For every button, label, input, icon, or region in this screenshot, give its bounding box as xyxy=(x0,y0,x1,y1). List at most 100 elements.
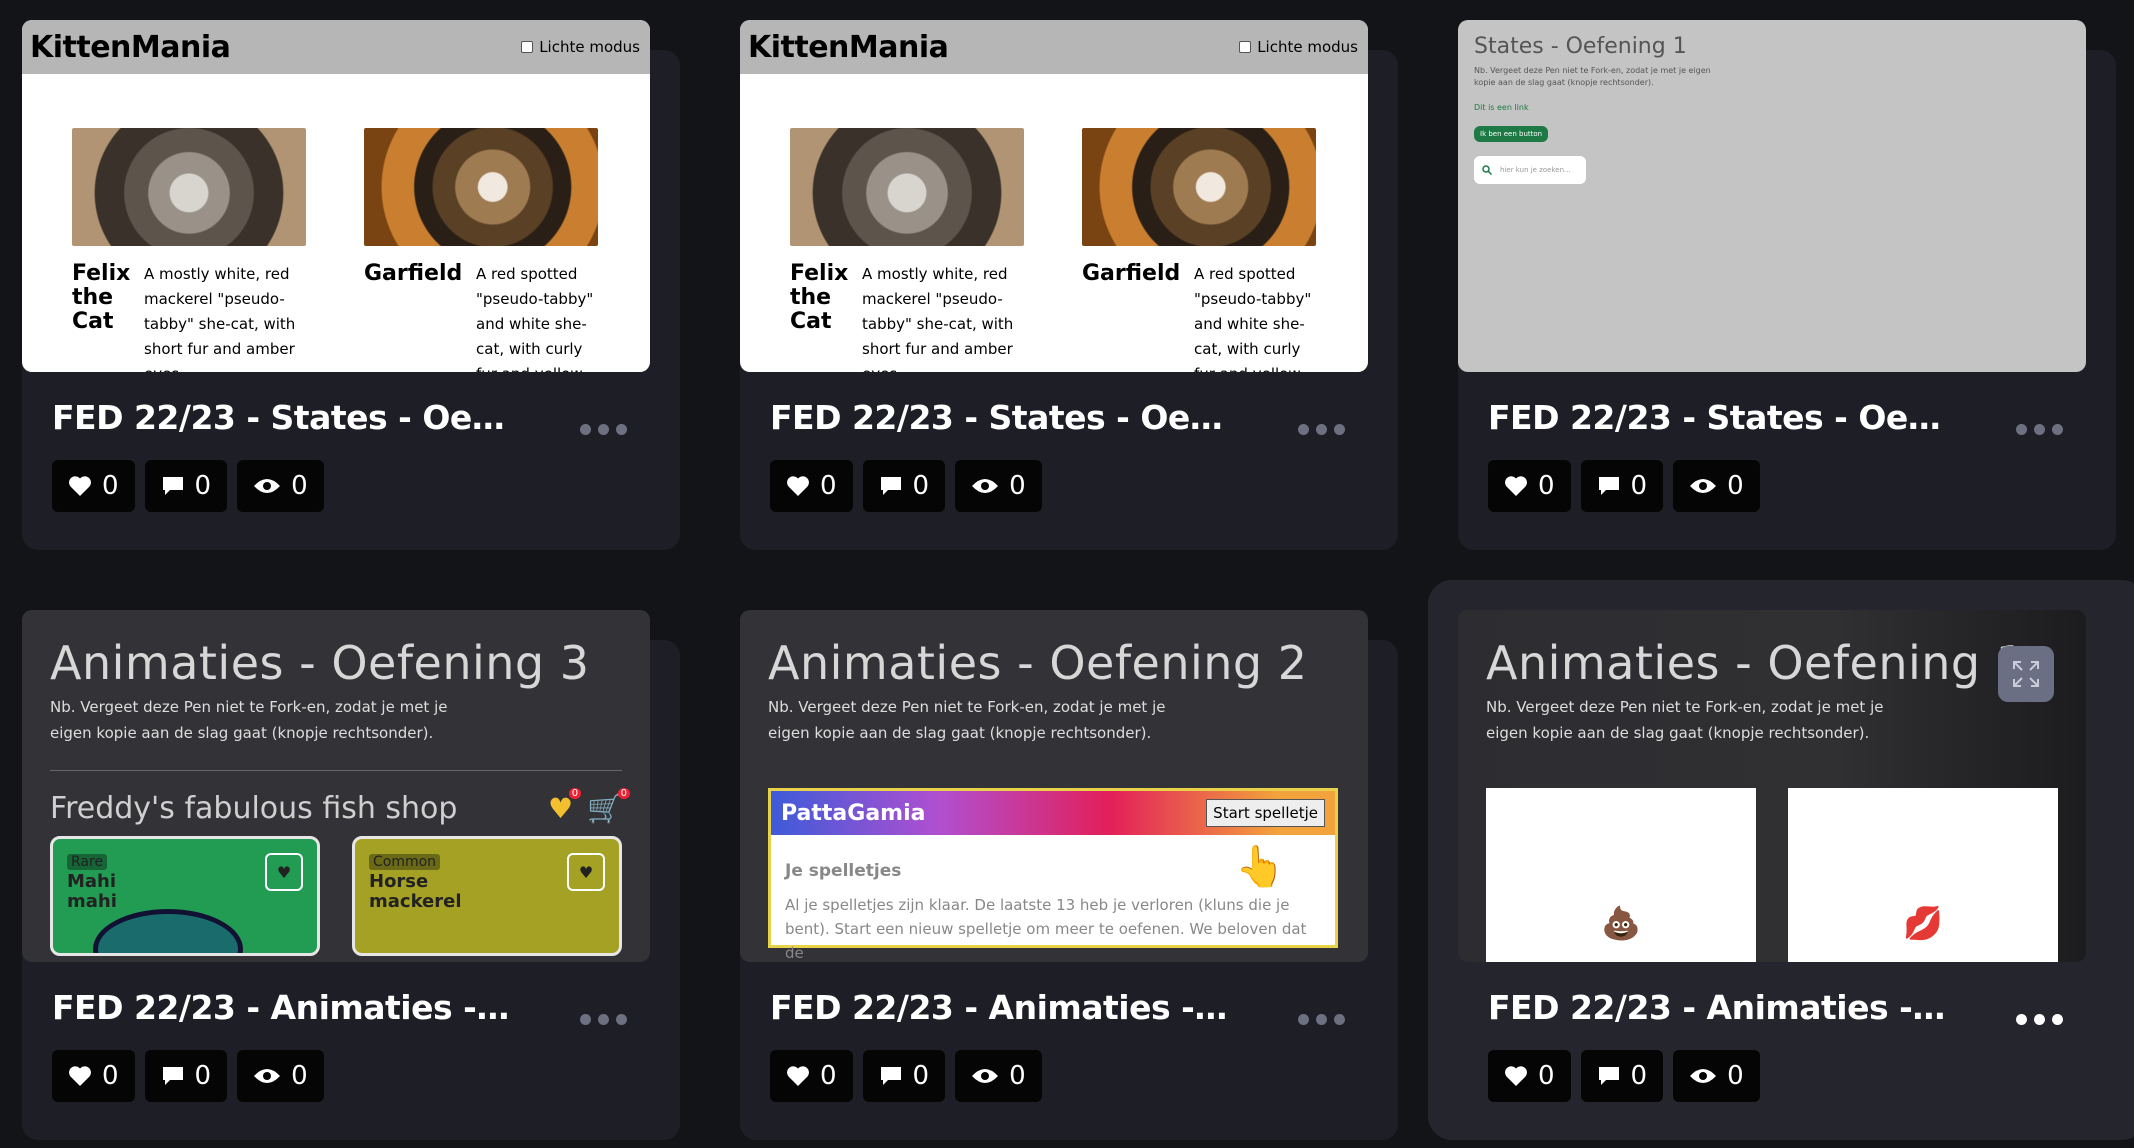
comment-button[interactable]: 0 xyxy=(144,1050,228,1102)
like-button[interactable]: 0 xyxy=(1488,1050,1571,1102)
like-button[interactable]: 0 xyxy=(1488,460,1571,512)
pen-card-states-2[interactable]: KittenMania Lichte modus Felix the Cat A … xyxy=(740,20,1398,550)
favorite-heart-icon[interactable]: ♥ xyxy=(265,853,303,891)
shop-title: Freddy's fabulous fish shop xyxy=(50,791,458,826)
cat-item: Felix the Cat A mostly white, red mackere… xyxy=(72,128,306,372)
pen-title[interactable]: FED 22/23 - Animaties - Oefening 2 xyxy=(770,988,1230,1027)
heart-icon xyxy=(1505,1066,1527,1086)
exercise-note: Nb. Vergeet deze Pen niet te Fork-en, zo… xyxy=(50,698,448,742)
checkbox[interactable] xyxy=(1239,41,1252,53)
more-options-button[interactable] xyxy=(2016,424,2063,435)
pen-card-animaties-1[interactable]: Animaties - Oefening 1 Nb. Vergeet deze … xyxy=(1428,580,2134,1140)
heart-icon xyxy=(69,1066,91,1086)
views-button[interactable]: 0 xyxy=(1673,1050,1760,1102)
fish-name: Mahi mahi xyxy=(67,871,117,912)
comment-button[interactable]: 0 xyxy=(862,1050,946,1102)
fish-card[interactable]: Common Horse mackerel ♥ xyxy=(352,836,622,956)
comment-icon xyxy=(880,1067,901,1085)
pen-stats: 0 0 0 xyxy=(52,1050,324,1102)
comment-count: 0 xyxy=(1630,1061,1648,1091)
start-game-button[interactable]: Start spelletje xyxy=(1206,799,1325,827)
like-button[interactable]: 0 xyxy=(52,1050,135,1102)
pen-card-animaties-3[interactable]: Animaties - Oefening 3 Nb. Vergeet deze … xyxy=(22,610,680,1140)
pen-title[interactable]: FED 22/23 - States - Oefening 1 xyxy=(1488,398,1948,437)
more-options-button[interactable] xyxy=(1298,1014,1345,1025)
kittenmania-header: KittenMania Lichte modus xyxy=(22,20,650,74)
fish-card[interactable]: Rare Mahi mahi ♥ xyxy=(50,836,320,956)
like-button[interactable]: 0 xyxy=(52,460,135,512)
expand-icon[interactable] xyxy=(1998,646,2054,702)
pen-preview[interactable]: Animaties - Oefening 2 Nb. Vergeet deze … xyxy=(740,610,1368,962)
pen-card-states-3[interactable]: KittenMania Lichte modus Felix the Cat A … xyxy=(22,20,680,550)
like-button[interactable]: 0 xyxy=(770,460,853,512)
favorites-heart-icon[interactable]: ♥ 0 xyxy=(548,788,582,825)
pen-card-animaties-2[interactable]: Animaties - Oefening 2 Nb. Vergeet deze … xyxy=(740,610,1398,1140)
demo-link[interactable]: Dit is een link xyxy=(1474,103,2070,112)
like-count: 0 xyxy=(820,471,837,501)
pen-preview[interactable]: KittenMania Lichte modus Felix the Cat A … xyxy=(22,20,650,372)
views-button[interactable]: 0 xyxy=(955,460,1042,512)
emoji-box[interactable]: 💩 xyxy=(1486,788,1756,962)
pen-stats: 0 0 0 xyxy=(1488,460,1760,512)
views-count: 0 xyxy=(291,1061,308,1091)
like-button[interactable]: 0 xyxy=(770,1050,853,1102)
views-button[interactable]: 0 xyxy=(237,1050,324,1102)
exercise-note: Nb. Vergeet deze Pen niet te Fork-en, zo… xyxy=(1486,698,1884,742)
pen-title[interactable]: FED 22/23 - Animaties - Oefening 1 xyxy=(1488,988,1948,1027)
comment-button[interactable]: 0 xyxy=(862,460,946,512)
comment-button[interactable]: 0 xyxy=(1580,1050,1664,1102)
exercise-title: States - Oefening 1 xyxy=(1474,34,1687,59)
light-mode-toggle[interactable]: Lichte modus xyxy=(1239,38,1358,56)
pen-stats: 0 0 0 xyxy=(770,460,1042,512)
pen-preview[interactable]: KittenMania Lichte modus Felix the Cat A … xyxy=(740,20,1368,372)
pen-title[interactable]: FED 22/23 - States - Oefening 3 xyxy=(52,398,512,437)
demo-button[interactable]: Ik ben een button xyxy=(1474,126,1549,142)
pen-title[interactable]: FED 22/23 - States - Oefening 2 xyxy=(770,398,1230,437)
cat-description: A mostly white, red mackerel "pseudo-tab… xyxy=(144,265,296,372)
kittenmania-logo: KittenMania xyxy=(748,29,949,65)
cat-photo xyxy=(1082,128,1316,246)
comment-button[interactable]: 0 xyxy=(1580,460,1664,512)
exercise-title: Animaties - Oefening 3 xyxy=(50,636,590,690)
heart-icon xyxy=(787,1066,809,1086)
light-mode-toggle[interactable]: Lichte modus xyxy=(521,38,640,56)
more-options-button[interactable] xyxy=(580,1014,627,1025)
checkbox[interactable] xyxy=(521,41,534,53)
pen-title[interactable]: FED 22/23 - Animaties - Oefening 3 xyxy=(52,988,512,1027)
more-options-button[interactable] xyxy=(2016,1014,2063,1025)
pen-preview[interactable]: Animaties - Oefening 3 Nb. Vergeet deze … xyxy=(22,610,650,962)
kiss-icon: 💋 xyxy=(1903,904,1943,942)
favorite-heart-icon[interactable]: ♥ xyxy=(567,853,605,891)
pen-card-states-1[interactable]: States - Oefening 1 Nb. Vergeet deze Pen… xyxy=(1458,20,2116,550)
cat-photo xyxy=(72,128,306,246)
divider xyxy=(50,770,622,771)
comment-count: 0 xyxy=(1630,471,1648,501)
views-count: 0 xyxy=(1727,1061,1744,1091)
views-button[interactable]: 0 xyxy=(237,460,324,512)
views-button[interactable]: 0 xyxy=(1673,460,1760,512)
cart-icon[interactable]: 🛒 0 xyxy=(587,788,630,825)
pen-stats: 0 0 0 xyxy=(1488,1050,1760,1102)
pen-preview[interactable]: States - Oefening 1 Nb. Vergeet deze Pen… xyxy=(1458,20,2086,372)
comment-icon xyxy=(880,477,901,495)
cat-item: Garfield A red spotted "pseudo-tabby" and… xyxy=(364,128,598,372)
comment-icon xyxy=(162,1067,183,1085)
cat-photo xyxy=(790,128,1024,246)
comment-count: 0 xyxy=(194,471,212,501)
comment-button[interactable]: 0 xyxy=(144,460,228,512)
pen-preview[interactable]: Animaties - Oefening 1 Nb. Vergeet deze … xyxy=(1458,610,2086,962)
like-count: 0 xyxy=(1538,1061,1555,1091)
views-button[interactable]: 0 xyxy=(955,1050,1042,1102)
comment-icon xyxy=(162,477,183,495)
views-count: 0 xyxy=(1009,1061,1026,1091)
emoji-box[interactable]: 💋 xyxy=(1788,788,2058,962)
comment-count: 0 xyxy=(912,1061,930,1091)
more-options-button[interactable] xyxy=(1298,424,1345,435)
comment-icon xyxy=(1598,1067,1619,1085)
like-count: 0 xyxy=(102,1061,119,1091)
like-count: 0 xyxy=(820,1061,837,1091)
comment-icon xyxy=(1598,477,1619,495)
search-input[interactable]: hier kun je zoeken... xyxy=(1474,156,1586,184)
cat-item: Felix the Cat A mostly white, red mackere… xyxy=(790,128,1024,372)
more-options-button[interactable] xyxy=(580,424,627,435)
